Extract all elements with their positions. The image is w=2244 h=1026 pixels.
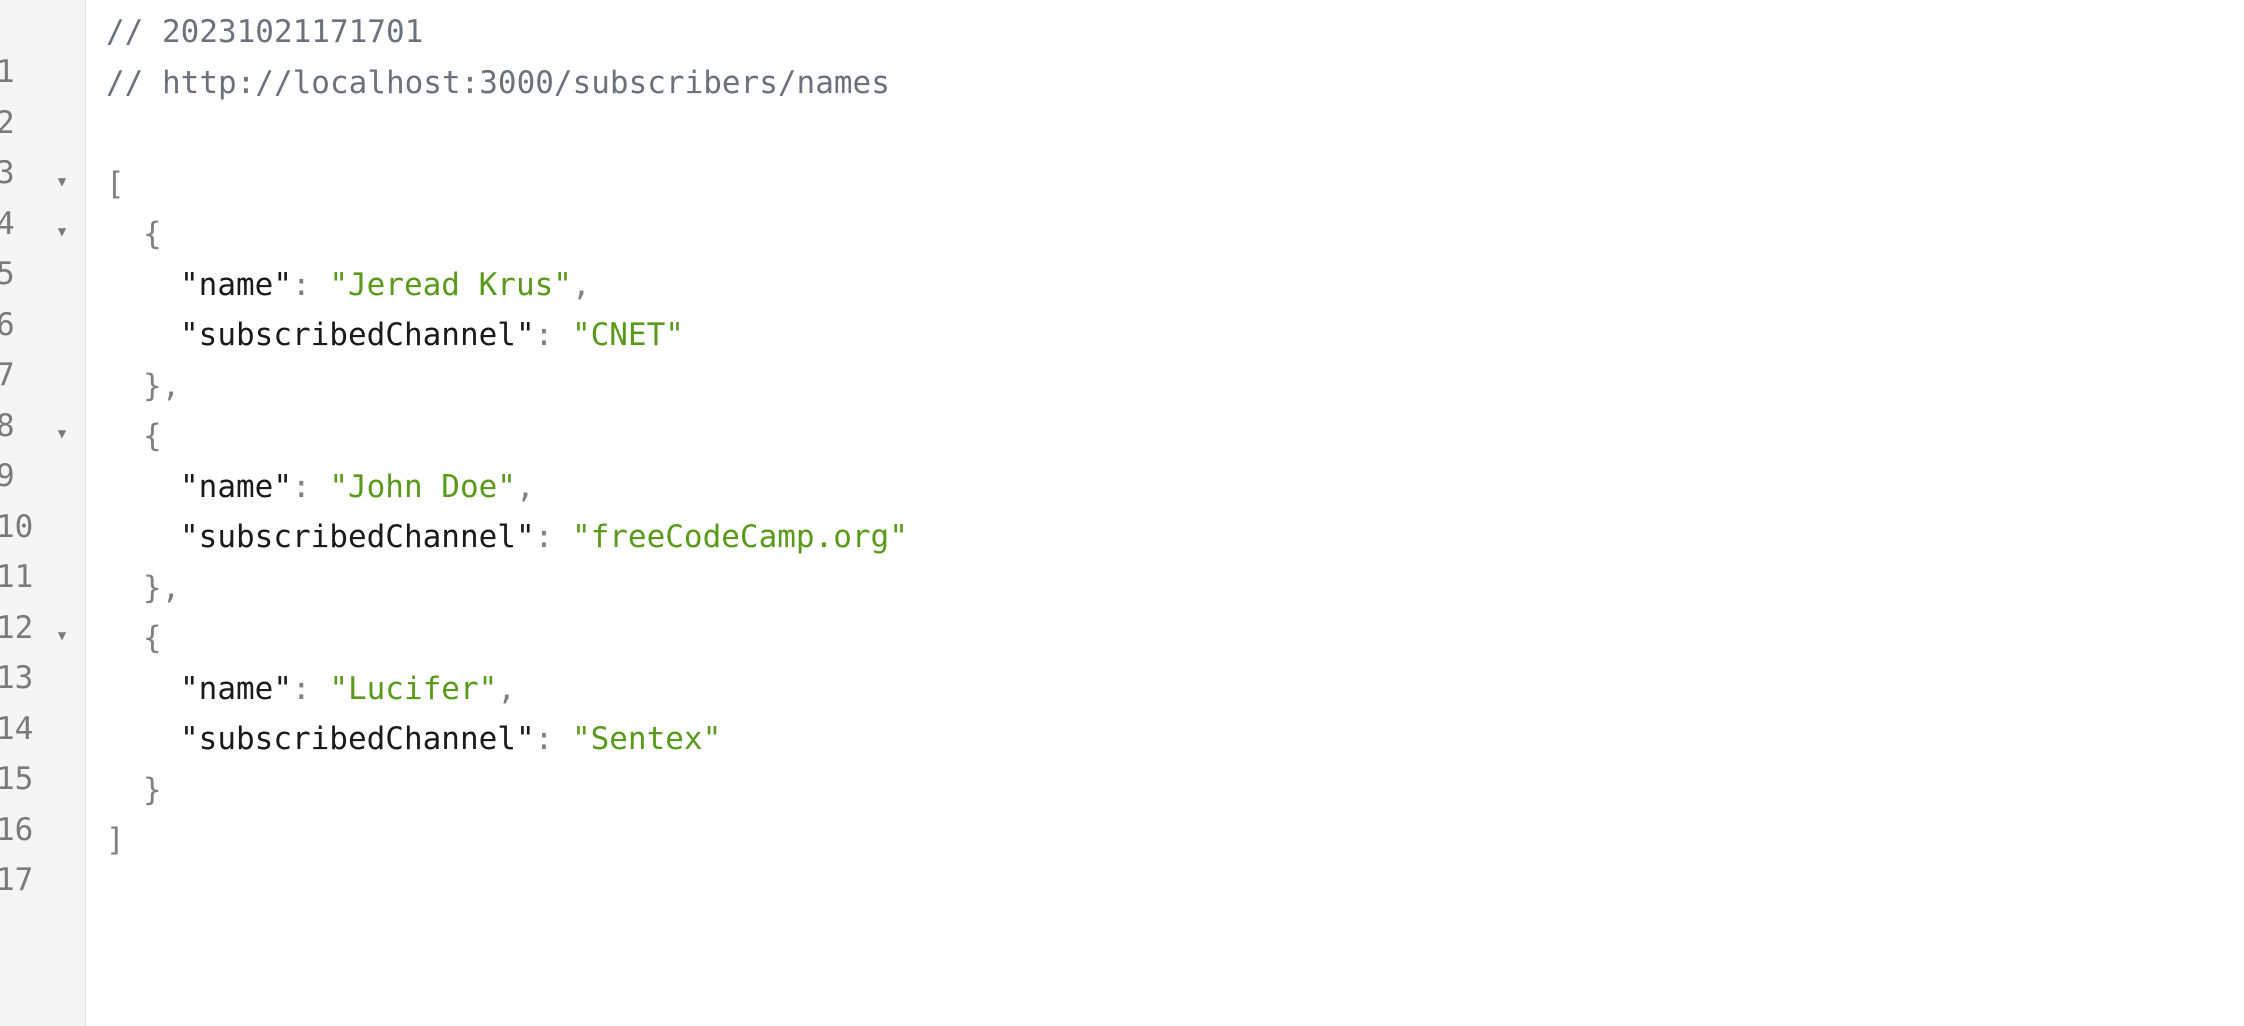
object-close-brace: }, <box>143 569 181 606</box>
fold-toggle-icon[interactable]: ▼ <box>54 218 70 246</box>
json-key: "name" <box>180 266 292 303</box>
code-line: 12 }, <box>0 568 2244 646</box>
fold-toggle-icon[interactable]: ▼ <box>54 420 70 448</box>
json-entry: "subscribedChannel": "freeCodeCamp.org" <box>180 517 908 557</box>
json-key: "subscribedChannel" <box>180 317 535 353</box>
json-key: "name" <box>180 468 292 505</box>
json-entry: "name": "Jeread Krus", <box>180 265 591 305</box>
code-line: 7 "subscribedChannel": "CNET" <box>0 315 2244 393</box>
code-line: 9 ▼ { <box>0 416 2244 494</box>
array-open-bracket: [ <box>106 165 125 202</box>
code-line: 1 // 20231021171701 <box>0 12 2244 90</box>
code-lines: 1 // 20231021171701 2 // http://localhos… <box>0 12 2244 898</box>
code-line: 11 "subscribedChannel": "freeCodeCamp.or… <box>0 517 2244 595</box>
object-close-brace: } <box>143 771 162 808</box>
code-line: 14 "name": "Lucifer", <box>0 669 2244 747</box>
json-string-value: "Jeread Krus" <box>329 266 572 303</box>
comment-timestamp: // 20231021171701 <box>106 14 424 50</box>
fold-toggle-icon[interactable]: ▼ <box>54 168 70 196</box>
json-key: "name" <box>180 670 292 707</box>
comma: , <box>515 468 535 505</box>
json-string-value: "Lucifer" <box>329 670 498 707</box>
json-key: "subscribedChannel" <box>180 519 535 555</box>
code-line: 2 // http://localhost:3000/subscribers/n… <box>0 63 2244 141</box>
code-line: 5 ▼ { <box>0 214 2244 292</box>
object-open-brace: { <box>143 216 162 252</box>
colon: : <box>291 670 330 707</box>
colon: : <box>534 721 572 757</box>
code-line: 4 ▼ [ <box>0 164 2244 242</box>
json-entry: "subscribedChannel": "CNET" <box>180 315 684 355</box>
json-string-value: "John Doe" <box>329 468 516 505</box>
object-open-brace: { <box>143 620 162 656</box>
code-line: 13 ▼ { <box>0 618 2244 696</box>
comment-url: // http://localhost:3000/subscribers/nam… <box>106 64 890 101</box>
colon: : <box>291 468 330 505</box>
json-viewer: 1 // 20231021171701 2 // http://localhos… <box>0 0 2244 1026</box>
code-line: 3 <box>0 113 2244 191</box>
code-line: 8 }, <box>0 366 2244 444</box>
colon: : <box>534 317 572 353</box>
json-string-value: "CNET" <box>571 317 684 353</box>
code-line: 6 "name": "Jeread Krus", <box>0 265 2244 343</box>
code-line: 16 } <box>0 770 2244 848</box>
json-string-value: "freeCodeCamp.org" <box>571 519 908 555</box>
comma: , <box>497 670 516 707</box>
colon: : <box>534 519 572 555</box>
object-close-brace: }, <box>143 367 181 404</box>
json-entry: "name": "Lucifer", <box>180 669 516 709</box>
comma: , <box>571 266 591 303</box>
json-entry: "name": "John Doe", <box>180 467 535 507</box>
colon: : <box>291 266 330 303</box>
json-entry: "subscribedChannel": "Sentex" <box>180 719 721 759</box>
code-line: 17 ] <box>0 820 2244 898</box>
code-line: 10 "name": "John Doe", <box>0 467 2244 545</box>
code-line: 15 "subscribedChannel": "Sentex" <box>0 719 2244 797</box>
fold-toggle-icon[interactable]: ▼ <box>54 622 70 650</box>
json-string-value: "Sentex" <box>571 721 722 757</box>
object-open-brace: { <box>143 418 162 454</box>
json-key: "subscribedChannel" <box>180 721 535 757</box>
array-close-bracket: ] <box>106 822 125 858</box>
line-number: 17 <box>0 862 34 898</box>
